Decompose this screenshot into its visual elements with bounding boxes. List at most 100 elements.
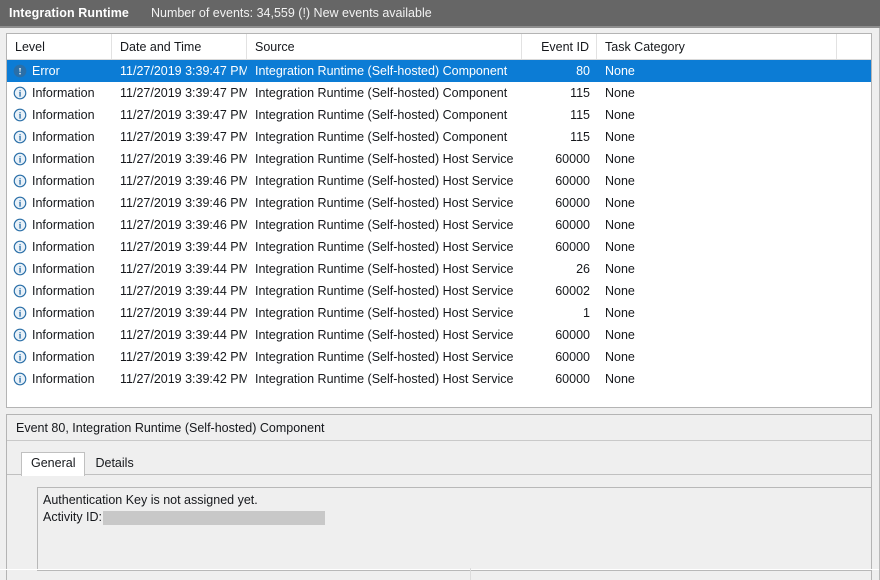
cell-event-id: 60000 bbox=[522, 328, 597, 342]
table-row[interactable]: iInformation11/27/2019 3:39:46 PMIntegra… bbox=[7, 170, 871, 192]
table-row[interactable]: i Information 11/27/2019 3:39:47 PMIntegra… bbox=[7, 82, 871, 104]
cell-datetime: 11/27/2019 3:39:42 PM bbox=[112, 350, 247, 364]
cell-source: Integration Runtime (Self-hosted) Compon… bbox=[247, 86, 522, 100]
cell-event-id: 80 bbox=[522, 64, 597, 78]
cell-datetime: 11/27/2019 3:39:42 PM bbox=[112, 372, 247, 386]
table-row[interactable]: i Information 11/27/2019 3:39:44 PMIntegra… bbox=[7, 324, 871, 346]
table-row[interactable]: iInformation11/27/2019 3:39:47 PMIntegra… bbox=[7, 126, 871, 148]
table-row[interactable]: iInformation11/27/2019 3:39:47 PMIntegra… bbox=[7, 104, 871, 126]
cell-task-category: None bbox=[597, 306, 837, 320]
error-icon: ! bbox=[13, 64, 27, 78]
cell-source: Integration Runtime (Self-hosted) Host S… bbox=[247, 306, 522, 320]
svg-text:i: i bbox=[19, 155, 22, 165]
cell-task-category: None bbox=[597, 350, 837, 364]
cell-source: Integration Runtime (Self-hosted) Host S… bbox=[247, 262, 522, 276]
activity-id-redaction bbox=[103, 511, 325, 525]
cell-source: Integration Runtime (Self-hosted) Compon… bbox=[247, 130, 522, 144]
cell-task-category: None bbox=[597, 240, 837, 254]
cell-level: iInformation bbox=[7, 108, 112, 122]
cell-datetime: 11/27/2019 3:39:47 PM bbox=[112, 64, 247, 78]
table-row[interactable]: iInformation11/27/2019 3:39:44 PMIntegra… bbox=[7, 236, 871, 258]
svg-text:i: i bbox=[19, 133, 22, 143]
cell-event-id: 60000 bbox=[522, 152, 597, 166]
cell-level: iInformation bbox=[7, 196, 112, 210]
cell-level: iInformation bbox=[7, 218, 112, 232]
cell-source: Integration Runtime (Self-hosted) Host S… bbox=[247, 328, 522, 342]
column-header-level[interactable]: Level bbox=[7, 34, 112, 59]
information-icon: i bbox=[13, 196, 27, 210]
column-header-event-id[interactable]: Event ID bbox=[522, 34, 597, 59]
information-icon: i bbox=[13, 152, 27, 166]
cell-datetime: 11/27/2019 3:39:46 PM bbox=[112, 152, 247, 166]
level-label: Information bbox=[32, 262, 95, 276]
cell-event-id: 60000 bbox=[522, 350, 597, 364]
svg-text:i: i bbox=[19, 199, 22, 209]
table-row[interactable]: iInformation11/27/2019 3:39:44 PMIntegra… bbox=[7, 302, 871, 324]
cell-datetime: 11/27/2019 3:39:44 PM bbox=[112, 262, 247, 276]
cell-datetime: 11/27/2019 3:39:44 PM bbox=[112, 328, 247, 342]
cell-event-id: 115 bbox=[522, 130, 597, 144]
column-header-source[interactable]: Source bbox=[247, 34, 522, 59]
information-icon: i bbox=[13, 130, 27, 144]
cell-datetime: 11/27/2019 3:39:46 PM bbox=[112, 174, 247, 188]
svg-text:i: i bbox=[19, 353, 22, 363]
table-row[interactable]: i Information 11/27/2019 3:39:44 PMIntegra… bbox=[7, 280, 871, 302]
table-row[interactable]: !Error11/27/2019 3:39:47 PMIntegration R… bbox=[7, 60, 871, 82]
table-row[interactable]: iInformation11/27/2019 3:39:46 PMIntegra… bbox=[7, 148, 871, 170]
svg-text:i: i bbox=[19, 89, 22, 99]
level-label: Information bbox=[32, 328, 95, 342]
information-icon: i bbox=[13, 240, 27, 254]
cell-datetime: 11/27/2019 3:39:47 PM bbox=[112, 86, 247, 100]
tab-details[interactable]: Details bbox=[85, 452, 143, 475]
information-icon: i bbox=[13, 262, 27, 276]
cell-event-id: 60002 bbox=[522, 284, 597, 298]
cell-datetime: 11/27/2019 3:39:44 PM bbox=[112, 284, 247, 298]
table-row[interactable]: iInformation11/27/2019 3:39:46 PMIntegra… bbox=[7, 192, 871, 214]
cell-task-category: None bbox=[597, 262, 837, 276]
cell-level: iInformation bbox=[7, 372, 112, 386]
cell-datetime: 11/27/2019 3:39:46 PM bbox=[112, 218, 247, 232]
column-header-task-category[interactable]: Task Category bbox=[597, 34, 837, 59]
information-icon: i bbox=[13, 284, 27, 298]
svg-text:i: i bbox=[19, 111, 22, 121]
cell-task-category: None bbox=[597, 372, 837, 386]
table-row[interactable]: i Information 11/27/2019 3:39:44 PMIntegra… bbox=[7, 258, 871, 280]
cell-task-category: None bbox=[597, 152, 837, 166]
cell-event-id: 60000 bbox=[522, 218, 597, 232]
cell-datetime: 11/27/2019 3:39:46 PM bbox=[112, 196, 247, 210]
svg-text:i: i bbox=[19, 221, 22, 231]
level-label: Information bbox=[32, 86, 95, 100]
cell-event-id: 60000 bbox=[522, 196, 597, 210]
cell-source: Integration Runtime (Self-hosted) Host S… bbox=[247, 218, 522, 232]
level-label: Information bbox=[32, 284, 95, 298]
level-label: Information bbox=[32, 350, 95, 364]
cell-source: Integration Runtime (Self-hosted) Host S… bbox=[247, 284, 522, 298]
detail-tabstrip: General Details bbox=[7, 450, 871, 475]
cell-level: i Information bbox=[7, 328, 112, 342]
svg-text:i: i bbox=[19, 177, 22, 187]
tab-general[interactable]: General bbox=[21, 452, 85, 476]
cell-level: i Information bbox=[7, 284, 112, 298]
cell-level: iInformation bbox=[7, 130, 112, 144]
cell-event-id: 115 bbox=[522, 86, 597, 100]
svg-text:i: i bbox=[19, 265, 22, 275]
cell-source: Integration Runtime (Self-hosted) Host S… bbox=[247, 240, 522, 254]
cell-source: Integration Runtime (Self-hosted) Compon… bbox=[247, 108, 522, 122]
activity-id-label: Activity ID: bbox=[43, 509, 102, 526]
table-row[interactable]: iInformation11/27/2019 3:39:46 PMIntegra… bbox=[7, 214, 871, 236]
cell-level: iInformation bbox=[7, 152, 112, 166]
column-header-date-and-time[interactable]: Date and Time bbox=[112, 34, 247, 59]
cell-level: iInformation bbox=[7, 240, 112, 254]
titlebar: Integration Runtime Number of events: 34… bbox=[0, 0, 880, 28]
table-row[interactable]: iInformation11/27/2019 3:39:42 PMIntegra… bbox=[7, 368, 871, 390]
event-viewer-window: Integration Runtime Number of events: 34… bbox=[0, 0, 880, 580]
cell-task-category: None bbox=[597, 284, 837, 298]
event-message-line-1: Authentication Key is not assigned yet. bbox=[43, 492, 871, 509]
table-row[interactable]: iInformation11/27/2019 3:39:42 PMIntegra… bbox=[7, 346, 871, 368]
information-icon: i bbox=[13, 174, 27, 188]
page-title: Integration Runtime bbox=[9, 6, 129, 20]
cell-task-category: None bbox=[597, 108, 837, 122]
svg-text:i: i bbox=[19, 331, 22, 341]
detail-tab-body: Authentication Key is not assigned yet. … bbox=[7, 475, 871, 571]
cell-level: i Information bbox=[7, 262, 112, 276]
